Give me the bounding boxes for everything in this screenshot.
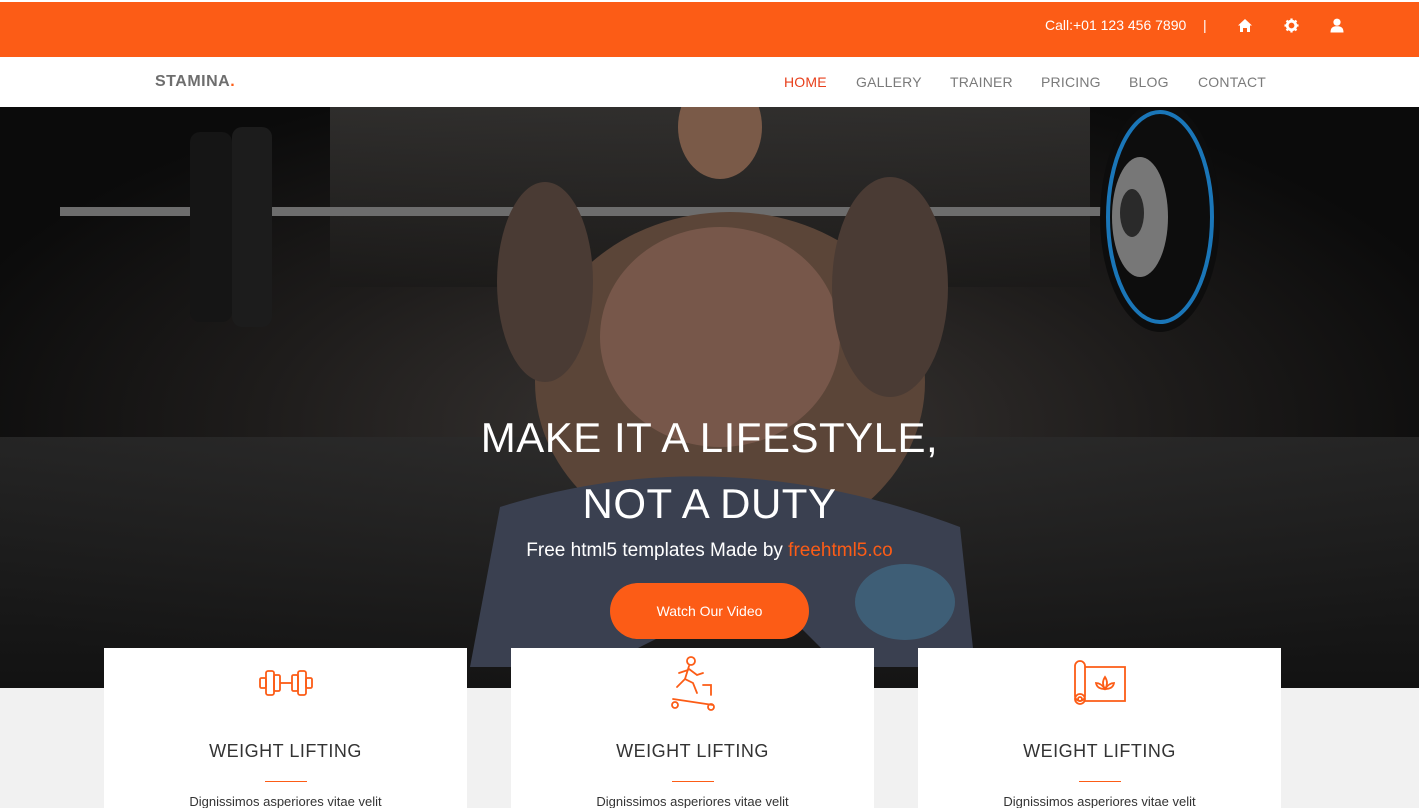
hero-section: MAKE IT A LIFESTYLE, NOT A DUTY Free htm…: [0, 107, 1419, 688]
card-title: WEIGHT LIFTING: [616, 741, 769, 761]
feature-card-1: WEIGHT LIFTING Dignissimos asperiores vi…: [104, 648, 467, 808]
card-title: WEIGHT LIFTING: [1023, 741, 1176, 761]
watch-video-button[interactable]: Watch Our Video: [610, 583, 809, 639]
card-text: Dignissimos asperiores vitae velit: [189, 794, 382, 808]
gear-icon[interactable]: [1282, 16, 1300, 34]
user-icon[interactable]: [1328, 16, 1346, 34]
main-navbar: STAMINA. HOME GALLERY TRAINER PRICING BL…: [0, 57, 1419, 107]
dumbbell-icon: [104, 653, 467, 713]
brand-dot: .: [230, 73, 236, 90]
hero-title-line-2: NOT A DUTY: [582, 480, 837, 527]
home-icon[interactable]: [1236, 16, 1254, 34]
yoga-mat-icon: [918, 653, 1281, 713]
hero-subtitle-text: Free html5 templates Made by: [526, 540, 789, 561]
card-divider: [672, 781, 714, 782]
feature-card-2: WEIGHT LIFTING Dignissimos asperiores vi…: [511, 648, 874, 808]
nav-item-pricing[interactable]: PRICING: [1041, 74, 1101, 90]
card-divider: [1079, 781, 1121, 782]
feature-card-3: WEIGHT LIFTING Dignissimos asperiores vi…: [918, 648, 1281, 808]
brand-logo[interactable]: STAMINA.: [155, 73, 235, 91]
card-title: WEIGHT LIFTING: [209, 741, 362, 761]
top-bar-separator: |: [1203, 17, 1207, 33]
hero-title-line-1: MAKE IT A LIFESTYLE,: [480, 414, 939, 461]
hero-subtitle-link[interactable]: freehtml5.co: [788, 540, 893, 561]
nav-item-gallery[interactable]: GALLERY: [856, 74, 922, 90]
phone-number: Call:+01 123 456 7890: [1045, 17, 1187, 33]
brand-name: STAMINA: [155, 73, 231, 90]
nav-item-blog[interactable]: BLOG: [1129, 74, 1169, 90]
nav-item-trainer[interactable]: TRAINER: [950, 74, 1013, 90]
treadmill-icon: [511, 653, 874, 713]
card-divider: [265, 781, 307, 782]
top-bar: Call:+01 123 456 7890 |: [0, 0, 1419, 57]
nav-item-contact[interactable]: CONTACT: [1198, 74, 1266, 90]
hero-subtitle: Free html5 templates Made by freehtml5.c…: [0, 540, 1419, 562]
nav-item-home[interactable]: HOME: [784, 74, 827, 90]
card-text: Dignissimos asperiores vitae velit: [1003, 794, 1196, 808]
card-text: Dignissimos asperiores vitae velit: [596, 794, 789, 808]
